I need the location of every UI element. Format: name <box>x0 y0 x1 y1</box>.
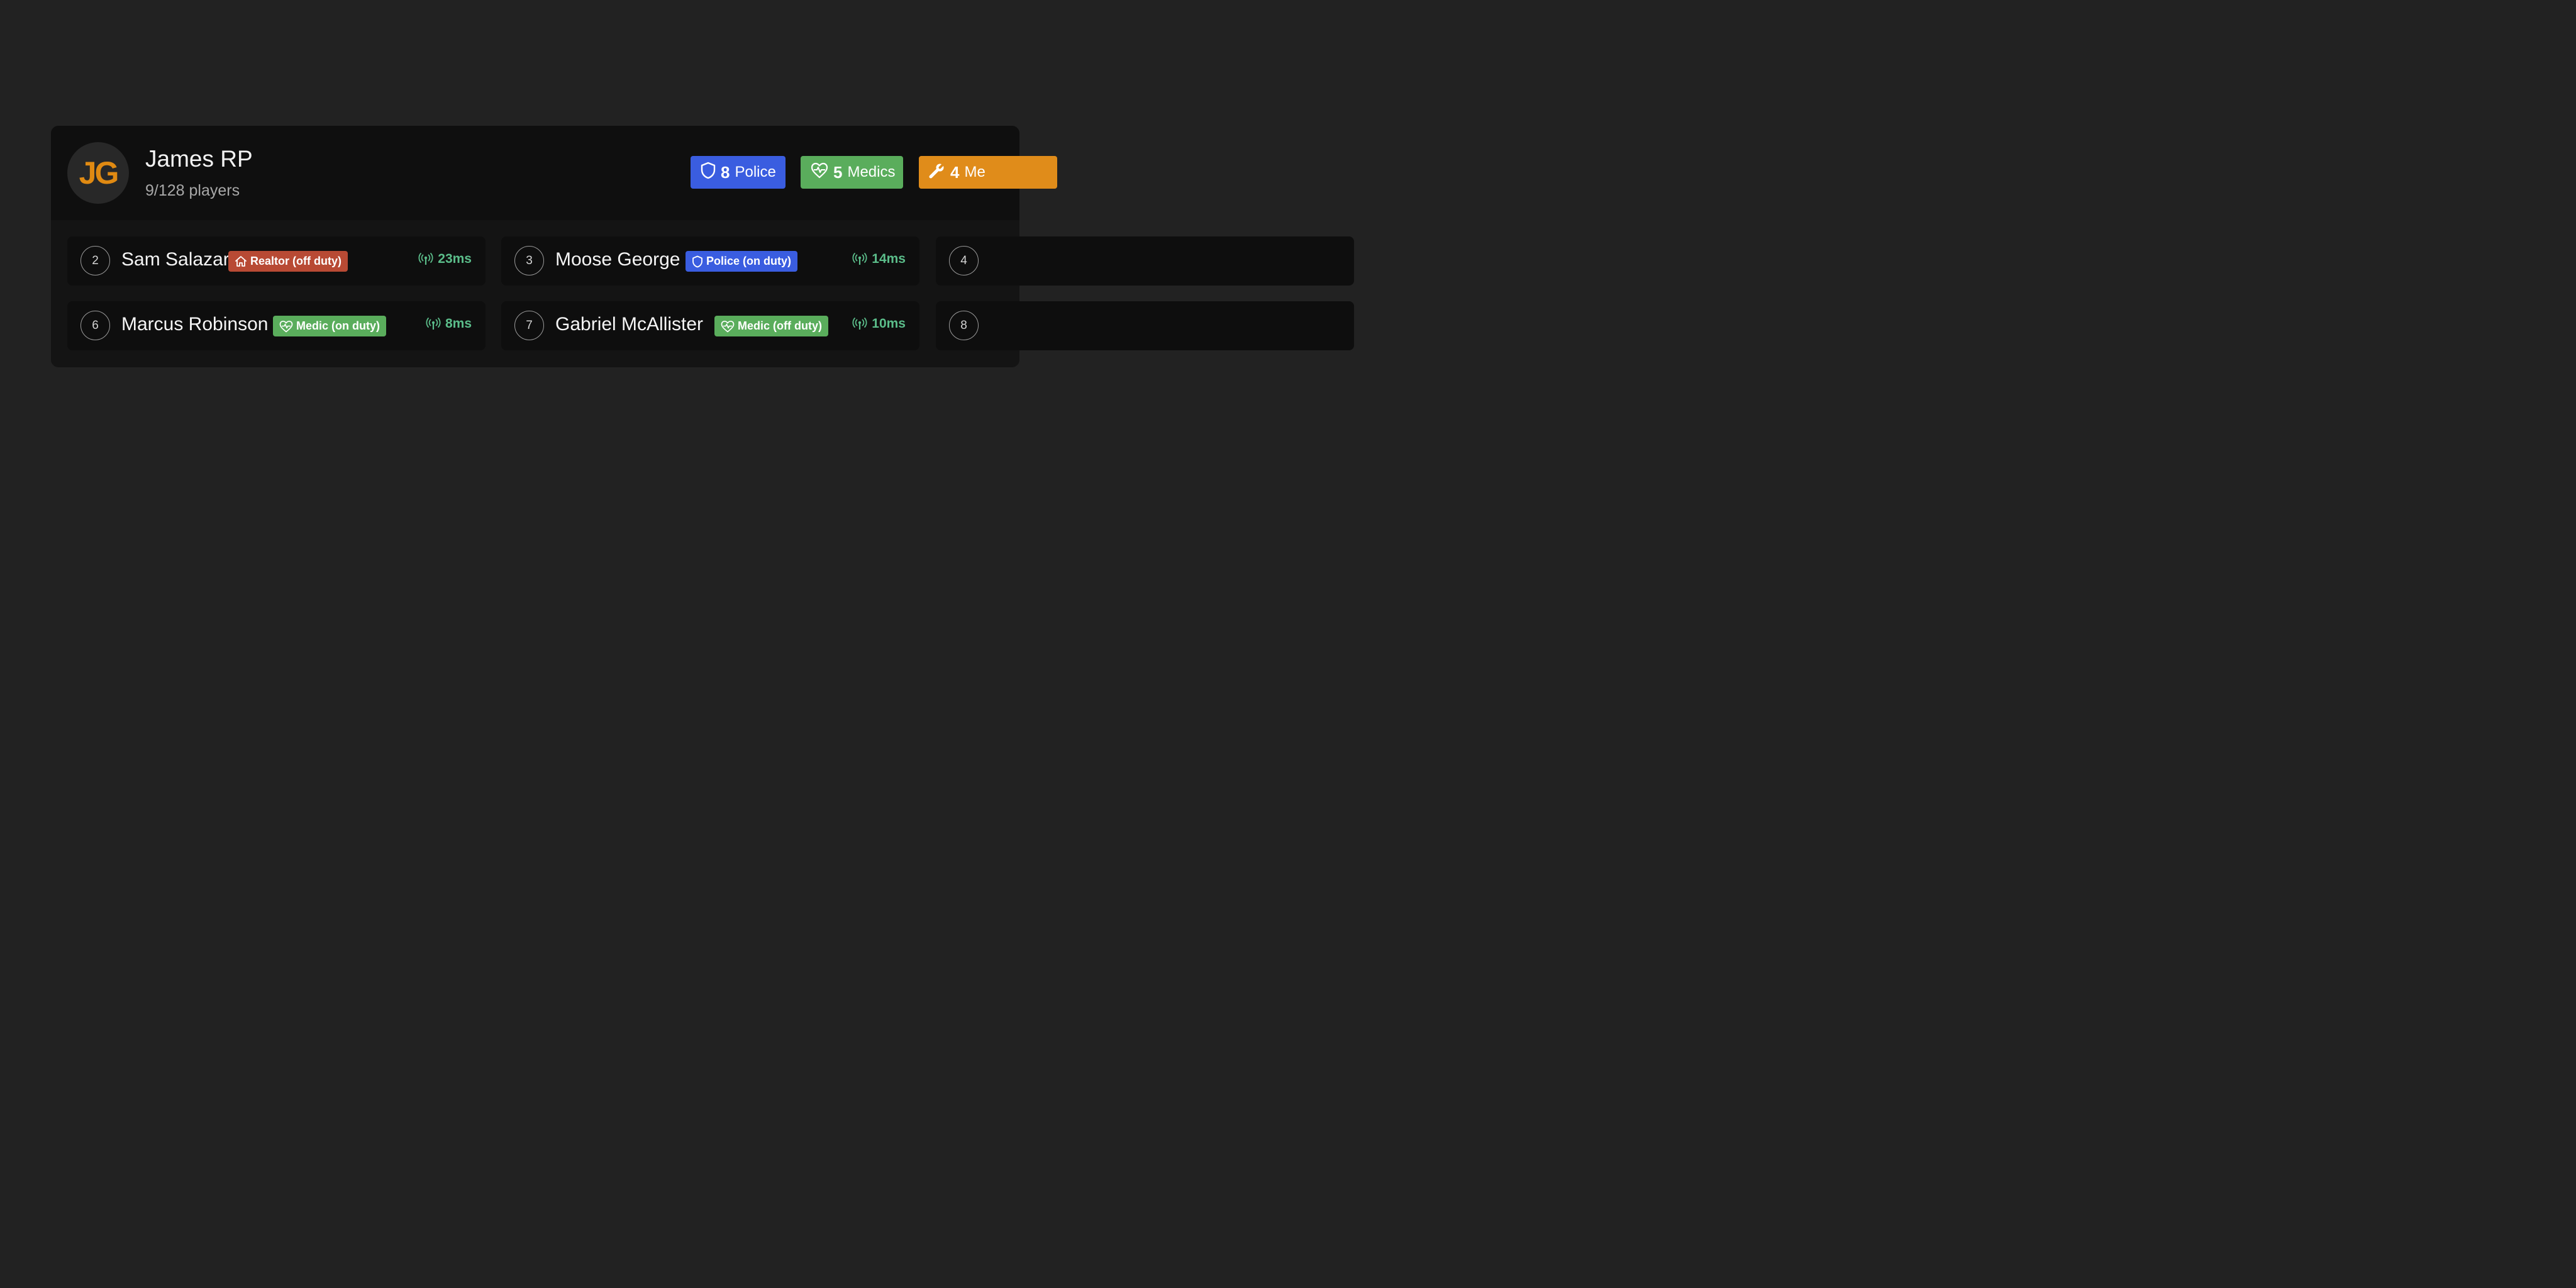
police-count-badge: 8 Police <box>691 156 786 189</box>
player-count: 9/128 players <box>145 182 240 199</box>
ping-value: 23ms <box>438 252 472 266</box>
ping-value: 10ms <box>872 316 906 331</box>
server-header: JG James RP 9/128 players 8 Police 5 Med… <box>51 126 1057 220</box>
heart-pulse-icon <box>721 320 735 332</box>
police-count: 8 <box>721 162 730 182</box>
job-label: Medic (on duty) <box>296 319 380 332</box>
player-name: Sam Salazar <box>121 249 230 270</box>
player-name: Moose George <box>555 249 680 270</box>
wrench-icon <box>929 162 945 183</box>
mechanics-count-badge: 4 Me <box>919 156 1057 189</box>
server-logo: JG <box>67 142 129 204</box>
player-card[interactable]: 4 <box>936 236 1354 286</box>
medics-label: Medics <box>847 164 896 180</box>
job-label: Police (on duty) <box>706 255 791 267</box>
heart-pulse-icon <box>279 320 293 332</box>
player-rank: 6 <box>80 311 110 340</box>
player-rank: 3 <box>514 246 544 275</box>
signal-icon <box>852 318 867 330</box>
server-name: James RP <box>145 146 253 172</box>
player-name: Gabriel McAllister <box>555 314 704 335</box>
player-rank: 2 <box>80 246 110 275</box>
signal-icon <box>852 253 867 265</box>
job-label: Realtor (off duty) <box>250 255 341 267</box>
house-icon <box>235 256 247 267</box>
player-name: Marcus Robinson <box>121 314 269 335</box>
player-card[interactable]: 6 Marcus Robinson Medic (on duty) 8ms <box>67 301 486 350</box>
player-ping: 8ms <box>426 316 472 331</box>
shield-icon <box>701 162 716 184</box>
job-badge: Medic (off duty) <box>714 316 828 336</box>
server-logo-text: JG <box>79 155 119 191</box>
medics-count-badge: 5 Medics <box>801 156 903 189</box>
heart-pulse-icon <box>811 162 828 183</box>
medics-count: 5 <box>833 162 843 182</box>
job-badge: Realtor (off duty) <box>228 251 348 272</box>
player-card[interactable]: 2 Sam Salazar Realtor (off duty) 23ms <box>67 236 486 286</box>
player-ping: 10ms <box>852 316 906 331</box>
job-label: Medic (off duty) <box>738 319 822 332</box>
job-badge: Police (on duty) <box>686 251 797 272</box>
player-rank: 7 <box>514 311 544 340</box>
job-badge: Medic (on duty) <box>273 316 386 336</box>
player-card[interactable]: 8 <box>936 301 1354 350</box>
player-ping: 14ms <box>852 252 906 267</box>
police-label: Police <box>735 164 776 180</box>
mechanics-count: 4 <box>950 162 960 182</box>
player-rank: 4 <box>949 246 979 275</box>
ping-value: 14ms <box>872 252 906 266</box>
player-ping: 23ms <box>418 252 472 267</box>
signal-icon <box>418 253 433 265</box>
signal-icon <box>426 318 441 330</box>
player-rank: 8 <box>949 311 979 340</box>
shield-icon <box>692 255 702 267</box>
server-panel: JG James RP 9/128 players 8 Police 5 Med… <box>51 126 1354 367</box>
player-card[interactable]: 3 Moose George Police (on duty) 14ms <box>501 236 919 286</box>
player-card[interactable]: 7 Gabriel McAllister Medic (off duty) 10… <box>501 301 919 350</box>
ping-value: 8ms <box>445 316 472 331</box>
mechanics-label: Me <box>964 164 985 180</box>
